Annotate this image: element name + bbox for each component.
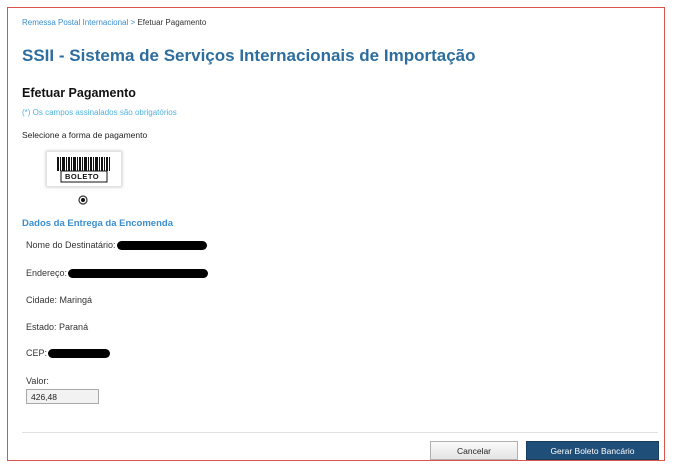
city-label: Cidade:: [26, 295, 58, 305]
recipient-row: Nome do Destinatário:: [26, 240, 207, 251]
address-row: Endereço:: [26, 268, 209, 279]
city-value: Maringá: [59, 295, 93, 305]
recipient-value-redacted: [116, 241, 207, 251]
city-row: Cidade: Maringá: [26, 295, 92, 305]
recipient-label: Nome do Destinatário:: [26, 240, 116, 250]
section-title: Efetuar Pagamento: [22, 86, 136, 100]
breadcrumb-current: Efetuar Pagamento: [137, 18, 207, 27]
cancel-button[interactable]: Cancelar: [430, 441, 518, 460]
cep-value-redacted: [48, 349, 111, 359]
boleto-label: BOLETO: [65, 172, 100, 181]
payment-method-label: Selecione a forma de pagamento: [22, 130, 148, 140]
state-row: Estado: Paraná: [26, 322, 88, 332]
required-fields-note: (*) Os campos assinalados são obrigatóri…: [22, 108, 177, 117]
cep-row: CEP:: [26, 348, 111, 359]
boleto-payment-option[interactable]: BOLETO: [46, 151, 122, 187]
state-label: Estado:: [26, 322, 57, 332]
generate-boleto-button[interactable]: Gerar Boleto Bancário: [526, 441, 659, 460]
valor-field[interactable]: [26, 389, 99, 404]
breadcrumb-link-remessa[interactable]: Remessa Postal Internacional >: [22, 18, 135, 27]
footer-divider: [22, 432, 658, 433]
page-frame: Remessa Postal Internacional > Efetuar P…: [7, 7, 665, 461]
delivery-section-title: Dados da Entrega da Encomenda: [22, 218, 173, 229]
address-value-redacted: [68, 269, 209, 279]
cep-label: CEP:: [26, 348, 48, 358]
valor-label: Valor:: [26, 376, 49, 386]
page-title: SSII - Sistema de Serviços Internacionai…: [22, 46, 476, 65]
state-value: Paraná: [59, 322, 89, 332]
breadcrumb: Remessa Postal Internacional > Efetuar P…: [22, 18, 206, 27]
address-label: Endereço:: [26, 268, 68, 278]
boleto-radio-button[interactable]: [78, 195, 88, 205]
